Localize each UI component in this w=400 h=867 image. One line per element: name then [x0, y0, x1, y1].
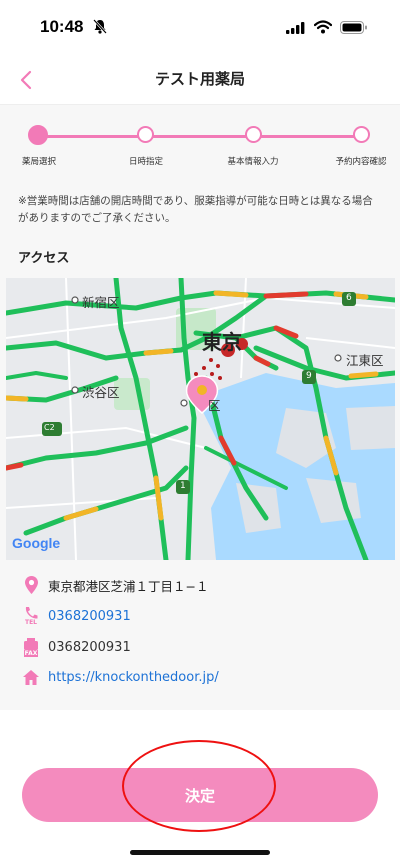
website-row: https://knockonthedoor.jp/	[22, 667, 219, 687]
map-label-shinjuku: 新宿区	[82, 295, 120, 310]
bell-muted-icon	[93, 19, 107, 34]
step-label-2: 日時指定	[128, 157, 163, 167]
step-dot-3	[245, 126, 262, 143]
business-hours-notice: ※営業時間は店舗の開店時間であり、服薬指導が可能な日時とは異なる場合がありますの…	[18, 195, 373, 224]
wifi-icon	[314, 20, 332, 34]
map-label-tokyo: 東京	[202, 330, 242, 354]
status-bar: 10:48	[0, 0, 400, 56]
website-link[interactable]: https://knockonthedoor.jp/	[48, 670, 219, 685]
map-graphic[interactable]	[6, 278, 395, 560]
status-time: 10:48	[40, 17, 84, 36]
tel-badge: TEL	[24, 619, 37, 626]
access-heading: アクセス	[18, 251, 70, 266]
main-content: 薬局選択 日時指定 基本情報入力 予約内容確認 ※営業時間は店舗の開店時間であり…	[0, 105, 400, 710]
step-dot-2	[137, 126, 154, 143]
road-sign-9: 9	[306, 371, 312, 381]
fax-number: 0368200931	[48, 639, 131, 655]
home-indicator	[130, 850, 270, 855]
footer: 決定	[0, 710, 400, 867]
step-label-1: 薬局選択	[21, 157, 56, 167]
progress-stepper: 薬局選択 日時指定 基本情報入力 予約内容確認	[0, 105, 400, 179]
map[interactable]: 新宿区 渋谷区 東京 江東区 区 C2 1 9 6 Google	[6, 278, 395, 560]
battery-icon	[340, 21, 367, 34]
google-logo: Google	[12, 535, 61, 551]
address-row: 東京都港区芝浦１丁目１−１	[22, 575, 208, 595]
nav-bar: テスト用薬局	[0, 56, 400, 105]
address-text: 東京都港区芝浦１丁目１−１	[48, 578, 209, 594]
tel-row: TEL 0368200931	[22, 606, 131, 626]
confirm-button[interactable]: 決定	[22, 768, 378, 822]
location-pin-icon	[22, 575, 40, 595]
fax-icon: FAX	[22, 636, 40, 658]
road-sign-1: 1	[180, 481, 186, 491]
road-sign-c2: C2	[44, 423, 55, 432]
fax-badge: FAX	[23, 649, 39, 657]
step-dot-4	[353, 126, 370, 143]
map-label-shibuya: 渋谷区	[82, 385, 120, 400]
road-sign-6: 6	[346, 293, 352, 303]
home-icon	[22, 667, 40, 687]
phone-icon: TEL	[22, 605, 40, 627]
map-label-ku: 区	[208, 398, 221, 413]
step-dot-1	[28, 125, 48, 145]
stepper-line	[38, 135, 362, 138]
map-label-koto: 江東区	[346, 353, 384, 368]
page-title: テスト用薬局	[154, 70, 245, 88]
signal-icon	[286, 22, 305, 34]
step-label-3: 基本情報入力	[227, 157, 279, 167]
fax-row: FAX 0368200931	[22, 637, 131, 657]
step-label-4: 予約内容確認	[335, 157, 387, 167]
tel-link[interactable]: 0368200931	[48, 609, 131, 624]
